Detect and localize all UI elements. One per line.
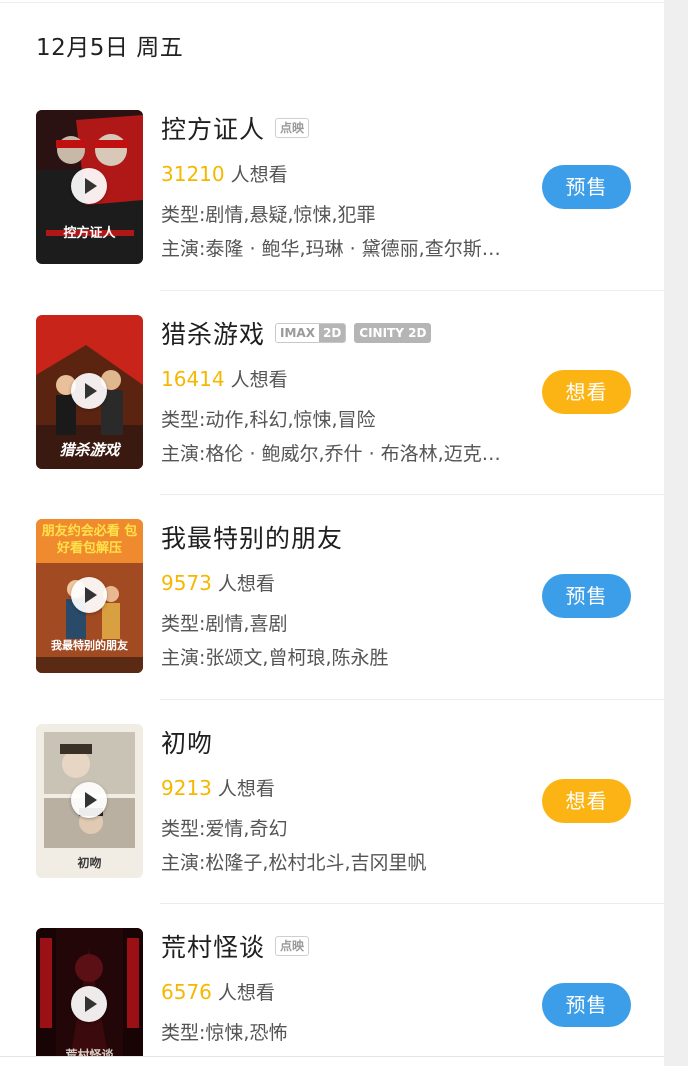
poster-title: 初吻 [77,855,102,870]
bottom-bar [0,1056,664,1066]
play-icon[interactable] [71,986,107,1022]
movie-cast: 主演:格伦 · 鲍威尔,乔什 · 布洛林,迈克… [161,442,501,465]
movie-poster[interactable]: 控方证人 [36,110,143,264]
movie-genre: 类型:剧情,悬疑,惊悚,犯罪 [161,204,376,226]
movie-row[interactable]: 猎杀游戏 猎杀游戏 IMAX 2D CINITY 2D 16414 人想看 类型:动… [0,291,664,495]
movie-title[interactable]: 荒村怪谈 [161,928,265,964]
movie-genre: 类型:爱情,奇幻 [161,817,288,840]
want-count: 16414 [161,366,225,391]
movie-row[interactable]: 初吻 初吻 9213 人想看 类型:爱情,奇幻 主演:松隆子,松村北斗,吉冈里帆 … [0,700,664,904]
title-line: 猎杀游戏 IMAX 2D CINITY 2D [161,315,432,351]
right-edge-strip [664,0,688,1066]
movie-cast: 主演:泰隆 · 鲍华,玛琳 · 黛德丽,查尔斯… [161,238,501,260]
movie-row[interactable]: 控方证人 控方证人 点映 31210 人想看 类型:剧情,悬疑,惊悚,犯罪 主演:… [0,86,664,291]
preview-tag: 点映 [275,118,310,138]
movie-list-page: 12月5日 周五 控方证人 控方证人 点映 31210 人想看 类型:剧情,悬疑… [0,0,664,1066]
title-line: 荒村怪谈 点映 [161,928,310,964]
play-icon[interactable] [71,168,107,204]
title-line: 初吻 [161,724,213,760]
movie-poster[interactable]: 猎杀游戏 [36,314,143,469]
movie-title[interactable]: 控方证人 [161,110,265,146]
presale-button[interactable]: 预售 [542,574,631,618]
cinity-tag: CINITY 2D [354,322,432,343]
poster-slogan: 朋友约会必看 包好看包解压 [41,524,138,556]
want-suffix: 人想看 [217,982,275,1004]
play-icon[interactable] [71,781,107,818]
imax-tag-label: IMAX [276,323,319,342]
presale-button[interactable]: 预售 [542,165,631,209]
play-icon[interactable] [71,372,107,409]
movie-title[interactable]: 初吻 [161,724,213,760]
movie-genre: 类型:剧情,喜剧 [161,613,288,635]
want-count-line: 9213 人想看 [161,774,275,801]
imax-tag: IMAX 2D [275,322,347,343]
top-divider [0,2,664,3]
movie-row[interactable]: 朋友约会必看 包好看包解压 我最特别的朋友 我最特别的朋友 9573 人想看 类型… [0,495,664,700]
movie-genre: 类型:惊悚,恐怖 [161,1022,288,1044]
want-suffix: 人想看 [217,573,275,595]
presale-button[interactable]: 预售 [542,983,631,1027]
want-suffix: 人想看 [230,368,288,391]
movie-cast: 主演:松隆子,松村北斗,吉冈里帆 [161,851,427,874]
want-suffix: 人想看 [230,164,288,186]
poster-title: 控方证人 [63,226,116,241]
movie-list: 控方证人 控方证人 点映 31210 人想看 类型:剧情,悬疑,惊悚,犯罪 主演:… [0,86,664,1066]
movie-row[interactable]: 荒村怪谈 荒村怪谈 点映 6576 人想看 类型:惊悚,恐怖 预售 [0,904,664,1066]
imax-tag-format: 2D [318,323,346,342]
preview-tag: 点映 [275,936,310,956]
want-to-watch-button[interactable]: 想看 [542,369,631,414]
want-count: 6576 [161,980,212,1004]
movie-poster[interactable]: 初吻 [36,723,143,878]
want-count-line: 16414 人想看 [161,365,288,392]
want-to-watch-button[interactable]: 想看 [542,778,631,823]
movie-poster[interactable]: 朋友约会必看 包好看包解压 我最特别的朋友 [36,519,143,673]
movie-title[interactable]: 猎杀游戏 [161,315,265,351]
movie-genre: 类型:动作,科幻,惊悚,冒险 [161,408,376,431]
poster-title: 猎杀游戏 [59,440,120,459]
title-line: 我最特别的朋友 [161,519,343,555]
want-count-line: 6576 人想看 [161,978,275,1005]
want-count: 9213 [161,775,212,800]
movie-poster[interactable]: 荒村怪谈 [36,928,143,1066]
title-line: 控方证人 点映 [161,110,310,146]
date-header: 12月5日 周五 [36,35,184,61]
want-count-line: 31210 人想看 [161,160,288,187]
want-suffix: 人想看 [217,777,275,800]
want-count: 9573 [161,571,212,595]
poster-title: 我最特别的朋友 [51,639,128,652]
play-icon[interactable] [71,577,107,613]
movie-title[interactable]: 我最特别的朋友 [161,519,343,555]
want-count: 31210 [161,162,225,186]
want-count-line: 9573 人想看 [161,569,275,596]
movie-cast: 主演:张颂文,曾柯琅,陈永胜 [161,647,389,669]
